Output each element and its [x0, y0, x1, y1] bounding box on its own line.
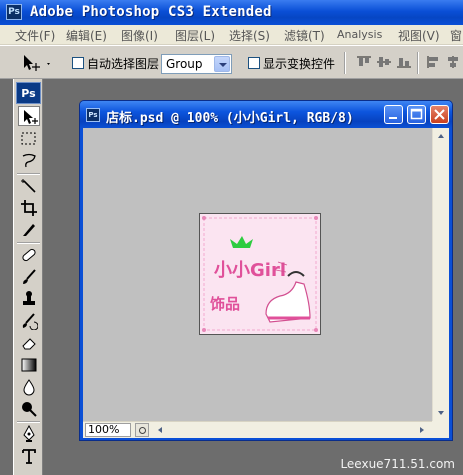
history-brush-tool[interactable]	[18, 311, 40, 331]
close-icon	[434, 109, 445, 120]
gradient-tool[interactable]	[18, 355, 40, 375]
menu-select[interactable]: 选择(S)	[229, 27, 270, 44]
tool-preset-picker[interactable]	[10, 51, 54, 75]
gradient-icon	[21, 358, 37, 372]
drop-icon	[23, 379, 35, 396]
chevron-down-icon[interactable]	[214, 56, 230, 72]
marquee-icon	[21, 132, 36, 145]
slice-tool[interactable]	[18, 220, 40, 240]
magic-wand-icon	[21, 179, 36, 193]
scroll-left-arrow-icon[interactable]	[153, 423, 168, 438]
dodge-tool[interactable]	[18, 399, 40, 419]
zoom-level-field[interactable]: 100%	[85, 423, 131, 437]
document-status-bar: 100%	[83, 421, 449, 438]
align-horizontal-center-icon[interactable]	[445, 55, 461, 69]
history-brush-icon	[22, 313, 38, 330]
brush-tool[interactable]	[18, 267, 40, 287]
eraser-icon	[22, 338, 36, 350]
toolbox-panel: Ps	[13, 79, 43, 475]
type-icon	[22, 449, 36, 464]
bandage-icon	[22, 248, 36, 262]
marquee-tool[interactable]	[18, 129, 40, 149]
dodge-icon	[22, 402, 37, 417]
align-top-icon[interactable]	[356, 55, 372, 69]
pen-icon	[23, 425, 35, 442]
options-divider-2	[417, 52, 419, 74]
minimize-icon	[389, 117, 397, 119]
magic-wand-tool[interactable]	[18, 176, 40, 196]
brush-icon	[23, 269, 36, 284]
menu-bar: 文件(F) 编辑(E) 图像(I) 图层(L) 选择(S) 滤镜(T) Anal…	[0, 25, 463, 45]
app-title-bar[interactable]: Ps Adobe Photoshop CS3 Extended	[0, 0, 463, 25]
scroll-right-arrow-icon[interactable]	[414, 423, 429, 438]
canvas-image[interactable]: 小小Girl 饰品	[199, 213, 321, 335]
stamp-icon	[23, 291, 35, 305]
crop-icon	[21, 200, 37, 216]
photoshop-logo-icon: Ps	[6, 4, 22, 20]
document-title-bar[interactable]: Ps 店标.psd @ 100% (小小Girl, RGB/8)	[80, 101, 452, 128]
site-watermark: Leexue711.51.com	[340, 457, 455, 471]
auto-select-value: Group	[166, 57, 203, 71]
options-divider	[344, 52, 346, 74]
crop-tool[interactable]	[18, 198, 40, 218]
resize-grip[interactable]	[432, 421, 449, 438]
shop-logo-artwork: 小小Girl 饰品	[200, 214, 320, 334]
toolbox-divider	[17, 421, 40, 423]
toolbox-divider	[17, 173, 40, 175]
align-bottom-icon[interactable]	[396, 55, 412, 69]
menu-view[interactable]: 视图(V)	[398, 27, 440, 44]
canvas-subtitle: 饰品	[210, 295, 240, 313]
auto-select-label: 自动选择图层	[87, 57, 160, 71]
pen-tool[interactable]	[18, 424, 40, 444]
auto-select-dropdown[interactable]: Group	[161, 54, 232, 74]
auto-select-checkbox[interactable]	[72, 57, 84, 69]
close-button[interactable]	[430, 105, 449, 124]
transform-controls-label: 显示变换控件	[263, 57, 336, 71]
toolbox-divider	[17, 242, 40, 244]
menu-layer[interactable]: 图层(L)	[175, 27, 215, 44]
eraser-tool[interactable]	[18, 333, 40, 353]
slice-icon	[23, 224, 35, 236]
document-title: 店标.psd @ 100% (小小Girl, RGB/8)	[106, 111, 354, 126]
menu-filter[interactable]: 滤镜(T)	[284, 27, 325, 44]
move-tool[interactable]	[18, 106, 40, 126]
type-tool[interactable]	[18, 446, 40, 466]
minimize-button[interactable]	[384, 105, 403, 124]
move-icon	[24, 110, 38, 124]
photoshop-logo-icon[interactable]: Ps	[16, 82, 41, 104]
healing-brush-tool[interactable]	[18, 245, 40, 265]
canvas-headline: 小小Girl	[214, 260, 286, 281]
horizontal-scrollbar[interactable]	[151, 423, 431, 438]
lasso-icon	[22, 153, 36, 168]
psd-file-icon: Ps	[86, 108, 100, 122]
move-preset-icon	[24, 55, 50, 71]
maximize-icon	[410, 108, 423, 120]
options-bar: 自动选择图层 Group 显示变换控件	[0, 45, 463, 79]
maximize-button[interactable]	[407, 105, 426, 124]
document-info-menu-button[interactable]	[135, 423, 149, 437]
scroll-up-arrow-icon[interactable]	[434, 129, 449, 144]
scroll-down-arrow-icon[interactable]	[434, 405, 449, 420]
app-title: Adobe Photoshop CS3 Extended	[30, 4, 272, 20]
menu-edit[interactable]: 编辑(E)	[66, 27, 107, 44]
menu-file[interactable]: 文件(F)	[15, 27, 55, 44]
align-left-icon[interactable]	[426, 55, 442, 69]
vertical-scrollbar[interactable]	[432, 128, 449, 421]
lasso-tool[interactable]	[18, 151, 40, 171]
menu-window[interactable]: 窗	[450, 27, 462, 44]
blur-tool[interactable]	[18, 377, 40, 397]
align-vertical-center-icon[interactable]	[376, 55, 392, 69]
transform-controls-checkbox[interactable]	[248, 57, 260, 69]
clone-stamp-tool[interactable]	[18, 289, 40, 309]
menu-analysis[interactable]: Analysis	[337, 28, 382, 41]
menu-image[interactable]: 图像(I)	[121, 27, 158, 44]
